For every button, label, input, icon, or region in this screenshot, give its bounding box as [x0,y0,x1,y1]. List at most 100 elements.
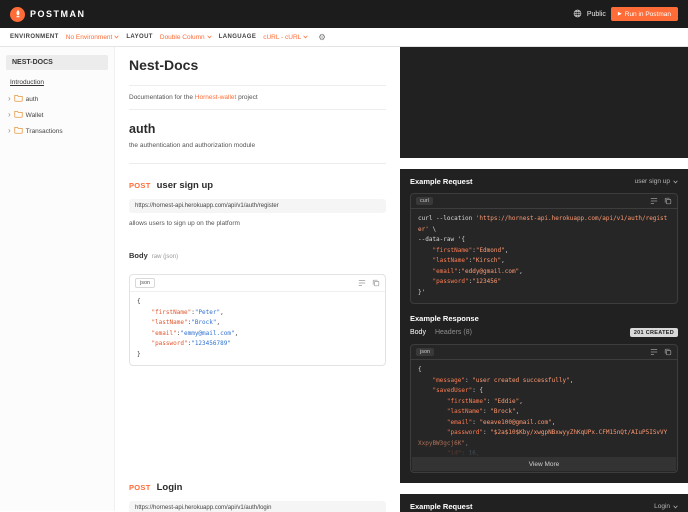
sidebar-folder-auth[interactable]: › auth [0,91,114,107]
hornest-wallet-link[interactable]: Hornest-wallet [195,94,237,101]
http-method-badge: POST [129,483,151,492]
example-response-title: Example Response [410,314,479,323]
chevron-down-icon [673,180,678,184]
language-label: LANGUAGE [218,34,257,40]
code-card-actions [650,197,672,205]
topbar-right: Public ▶ Run in Postman [573,5,678,23]
body-section-header: Body raw (json) [129,251,386,260]
language-value: cURL - cURL [263,33,302,41]
language-select[interactable]: cURL - cURL [263,34,308,41]
folder-description: the authentication and authorization mod… [129,142,386,164]
example-request-header: Example Request Login [400,494,688,512]
settings-toolbar: ENVIRONMENT No Environment LAYOUT Double… [0,28,688,47]
docs-main-column: Nest-Docs Documentation for the Hornest-… [115,47,400,512]
response-tabs: Body Headers (8) 201 CREATED [400,328,688,344]
sidebar: NEST-DOCS Introduction › auth › Wallet › [0,47,115,511]
postman-logo[interactable]: POSTMAN [10,6,86,22]
sidebar-folder-wallet[interactable]: › Wallet [0,107,114,123]
example-block-signup: Example Request user sign up curl curl -… [400,169,688,483]
request-body-code-card: json { "firstName":"Peter", "lastName":"… [129,274,386,366]
sidebar-collection-nest-docs[interactable]: NEST-DOCS [6,55,108,70]
copy-icon[interactable] [664,197,672,205]
play-icon: ▶ [617,10,622,17]
folder-icon [14,110,23,120]
sidebar-item-introduction[interactable]: Introduction [0,76,114,91]
status-badge: 201 CREATED [629,328,678,337]
code-block-json: { "firstName":"Peter", "lastName":"Brock… [137,298,239,358]
chevron-down-icon [207,35,212,39]
sidebar-folder-transactions[interactable]: › Transactions [0,123,114,139]
endpoint-header: POST Login [129,482,386,493]
tab-headers[interactable]: Headers (8) [435,329,472,336]
endpoint-user-sign-up: POST user sign up https://hornest-api.he… [129,164,386,366]
folder-icon [14,126,23,136]
top-bar: POSTMAN Public ▶ Run in Postman [0,0,688,28]
code-card-header: curl [411,194,677,209]
examples-panel-blank [400,47,688,158]
content-area: NEST-DOCS Introduction › auth › Wallet › [0,47,688,512]
run-in-postman-button[interactable]: ▶ Run in Postman [610,7,678,21]
endpoint-login: POST Login https://hornest-api.herokuapp… [129,466,386,512]
environment-label: ENVIRONMENT [10,34,59,40]
wrap-text-icon[interactable] [650,197,658,205]
layout-select[interactable]: Double Column [160,34,212,41]
postman-docs-page: POSTMAN Public ▶ Run in Postman ENVIRONM… [0,0,688,512]
gear-icon[interactable]: ⚙ [318,33,326,42]
endpoint-header: POST user sign up [129,180,386,191]
language-tag: curl [416,197,433,205]
example-selector-value: Login [654,503,670,510]
example-selector-value: user sign up [634,178,670,185]
endpoint-name[interactable]: Login [157,482,183,493]
chevron-right-icon: › [8,94,11,103]
code-block-response-json: { "message": "user created successfully"… [418,366,668,468]
http-method-badge: POST [129,181,151,190]
chevron-right-icon: › [8,126,11,135]
folder-icon [14,94,23,104]
layout-value: Double Column [159,33,205,41]
code-card-actions [358,279,380,287]
example-response-header: Example Response [400,304,688,328]
sidebar-folder-label: Wallet [25,111,44,119]
run-button-label: Run in Postman [624,10,671,18]
globe-icon [573,5,582,23]
example-request-header: Example Request user sign up [400,169,688,193]
visibility-label: Public [586,10,606,18]
sidebar-folder-label: auth [25,95,39,103]
endpoint-description: allows users to sign up on the platform [129,220,240,227]
code-block-curl: curl --location 'https://hornest-api.her… [418,215,668,296]
copy-icon[interactable] [664,348,672,356]
request-url[interactable]: https://hornest-api.herokuapp.com/api/v1… [129,199,386,213]
body-mode-label: raw (json) [151,254,179,260]
examples-column: Example Request user sign up curl curl -… [400,47,688,512]
doc-subtitle-text: project [236,94,258,101]
code-card-actions [650,348,672,356]
wrap-text-icon[interactable] [358,279,366,287]
example-selector[interactable]: user sign up [635,178,678,185]
folder-title-auth: auth [129,122,156,136]
doc-subtitle-text: Documentation for the [129,94,195,101]
tab-body[interactable]: Body [410,329,426,336]
copy-icon[interactable] [372,279,380,287]
brand-name: POSTMAN [30,9,86,19]
code-card-header: json [130,275,385,292]
request-url[interactable]: https://hornest-api.herokuapp.com/api/v1… [129,501,386,512]
view-more-button[interactable]: View More [412,457,676,471]
wrap-text-icon[interactable] [650,348,658,356]
chevron-down-icon [303,35,308,39]
example-block-login: Example Request Login curl [400,494,688,512]
layout-label: LAYOUT [126,34,153,40]
postman-rocket-icon [10,6,25,22]
doc-header: Nest-Docs [129,47,386,86]
code-card-header: json [411,345,677,360]
body-label: Body [129,251,148,260]
environment-value: No Environment [65,33,113,41]
chevron-down-icon [673,505,678,509]
environment-select[interactable]: No Environment [66,34,120,41]
sidebar-folder-label: Transactions [25,127,63,135]
response-code-card: json { "message": "user created successf… [410,344,678,473]
endpoint-name[interactable]: user sign up [157,180,213,191]
example-request-title: Example Request [410,177,473,186]
example-selector[interactable]: Login [654,503,678,510]
language-tag: json [416,348,435,356]
chevron-right-icon: › [8,110,11,119]
